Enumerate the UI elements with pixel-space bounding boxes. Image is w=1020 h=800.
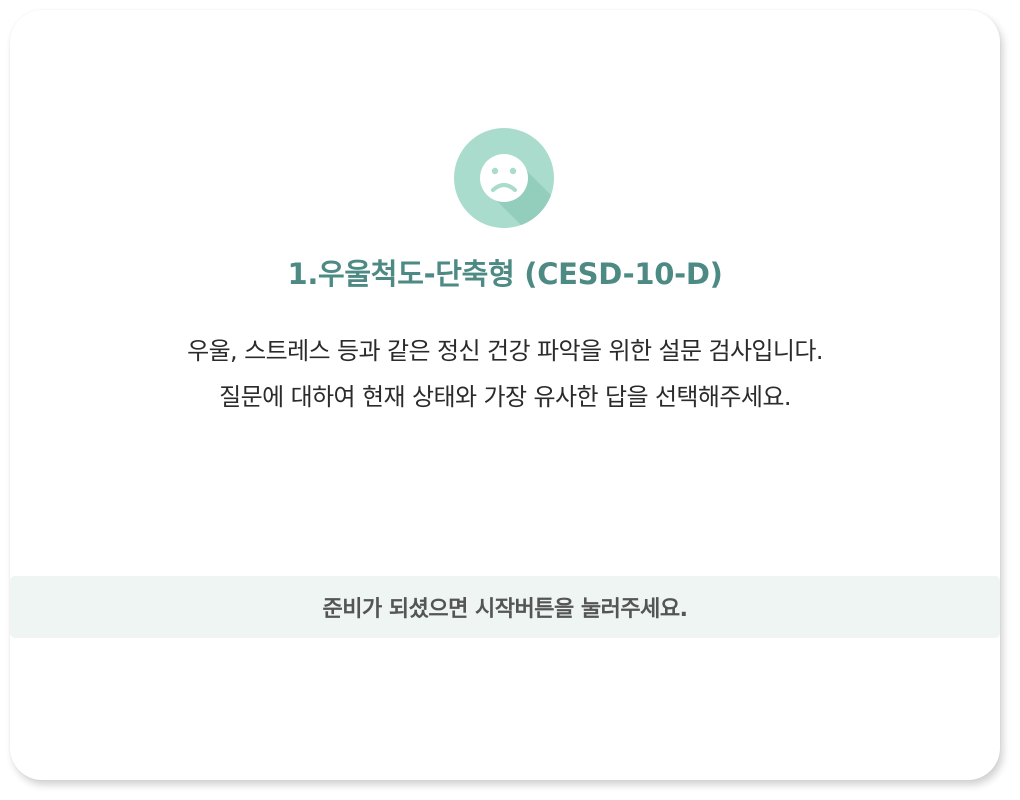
start-notice-text: 준비가 되셨으면 시작버튼을 눌러주세요. [322,597,688,622]
start-notice-banner: 준비가 되셨으면 시작버튼을 눌러주세요. [10,576,1000,638]
survey-title: 1.우울척도-단축형 (CESD-10-D) [287,257,723,291]
sad-face-icon [454,128,554,228]
description-line-1: 우울, 스트레스 등과 같은 정신 건강 파악을 위한 설문 검사입니다. [187,337,823,365]
survey-intro-card: 1.우울척도-단축형 (CESD-10-D) 우울, 스트레스 등과 같은 정신… [10,10,1000,780]
survey-description: 우울, 스트레스 등과 같은 정신 건강 파악을 위한 설문 검사입니다. 질문… [10,328,1000,420]
description-line-2: 질문에 대하여 현재 상태와 가장 유사한 답을 선택해주세요. [219,383,791,411]
